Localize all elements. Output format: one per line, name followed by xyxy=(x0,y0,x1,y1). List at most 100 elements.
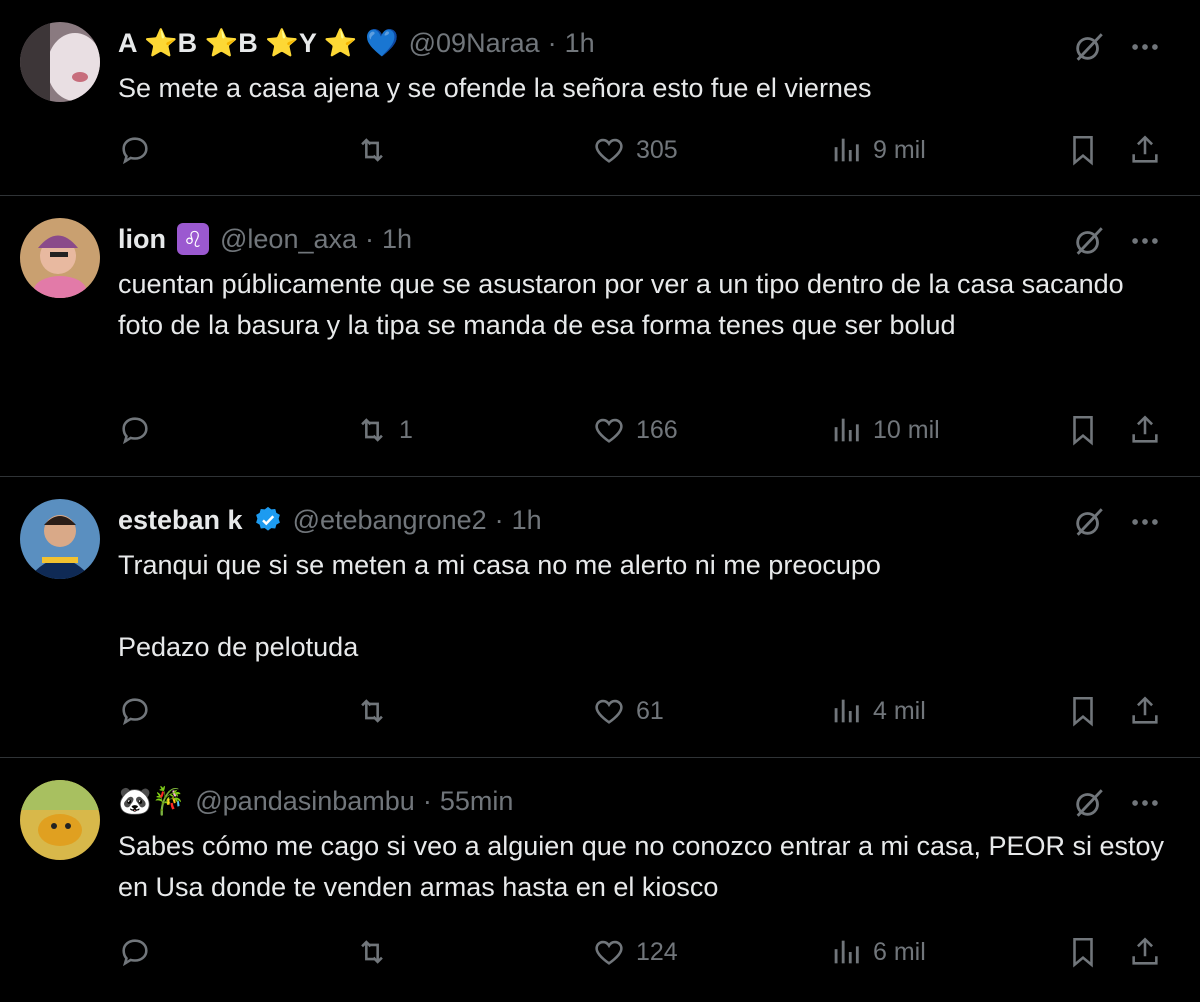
separator-dot: · xyxy=(422,785,432,816)
heart-icon xyxy=(595,418,623,443)
reply-button[interactable] xyxy=(118,133,162,167)
tweet-actions: 61 4 mil xyxy=(0,694,1200,734)
views-icon xyxy=(834,699,859,723)
views-button[interactable]: 6 mil xyxy=(829,935,926,969)
views-button[interactable]: 10 mil xyxy=(829,413,940,447)
tweet-header: lion ♌ @leon_axa · 1h xyxy=(118,220,412,258)
more-icon[interactable] xyxy=(1128,505,1162,539)
tweet[interactable]: esteban k @etebangrone2 · 1h Tranqui que… xyxy=(0,477,1200,758)
timestamp[interactable]: 1h xyxy=(512,505,542,536)
tweet[interactable]: 🐼🎋 @pandasinbambu · 55min Sabes cómo me … xyxy=(0,758,1200,1002)
user-handle[interactable]: @pandasinbambu xyxy=(195,786,415,817)
more-icon[interactable] xyxy=(1128,30,1162,64)
like-count: 305 xyxy=(636,135,678,164)
share-button[interactable] xyxy=(1128,694,1162,728)
tweet-text: Se mete a casa ajena y se ofende la seño… xyxy=(118,73,872,103)
separator-dot: · xyxy=(547,27,557,58)
like-button[interactable]: 61 xyxy=(592,694,664,728)
view-count: 6 mil xyxy=(873,937,926,966)
user-handle[interactable]: @leon_axa xyxy=(220,224,357,255)
share-icon xyxy=(1132,415,1158,443)
tweet-text: cuentan públicamente que se asustaron po… xyxy=(118,269,1132,340)
bookmark-button[interactable] xyxy=(1066,694,1100,728)
reply-icon xyxy=(122,939,148,967)
more-icon[interactable] xyxy=(1128,786,1162,820)
like-button[interactable]: 124 xyxy=(592,935,678,969)
zodiac-badge: ♌ xyxy=(176,222,210,256)
reply-icon xyxy=(122,417,148,445)
grok-icon[interactable] xyxy=(1072,786,1106,820)
tweet[interactable]: lion ♌ @leon_axa · 1h cuentan públicamen… xyxy=(0,196,1200,477)
timestamp[interactable]: 55min xyxy=(440,786,514,817)
bookmark-icon xyxy=(1073,135,1093,166)
views-icon xyxy=(834,940,859,964)
tweet-text: Sabes cómo me cago si veo a alguien que … xyxy=(118,831,1172,902)
repost-icon xyxy=(361,699,383,723)
avatar[interactable] xyxy=(20,218,100,298)
more-icon[interactable] xyxy=(1128,224,1162,258)
tweet-actions: 124 6 mil xyxy=(0,935,1200,975)
share-button[interactable] xyxy=(1128,935,1162,969)
avatar[interactable] xyxy=(20,780,100,860)
share-icon xyxy=(1132,937,1158,965)
separator-dot: · xyxy=(365,223,375,254)
view-count: 9 mil xyxy=(873,135,926,164)
views-button[interactable]: 9 mil xyxy=(829,133,926,167)
view-count: 4 mil xyxy=(873,696,926,725)
timestamp[interactable]: 1h xyxy=(565,28,595,59)
bookmark-icon xyxy=(1073,696,1093,727)
view-count: 10 mil xyxy=(873,415,940,444)
grok-icon[interactable] xyxy=(1072,30,1106,64)
reply-icon xyxy=(122,698,148,726)
tweet-text: Tranqui que si se meten a mi casa no me … xyxy=(118,550,881,662)
grok-icon[interactable] xyxy=(1072,505,1106,539)
tweet-corner-actions xyxy=(1072,786,1162,820)
repost-button[interactable]: 1 xyxy=(355,413,413,447)
user-handle[interactable]: @09Naraa xyxy=(409,28,540,59)
display-name[interactable]: esteban k xyxy=(118,505,243,536)
views-button[interactable]: 4 mil xyxy=(829,694,926,728)
user-handle[interactable]: @etebangrone2 xyxy=(293,505,487,536)
repost-button[interactable] xyxy=(355,694,399,728)
like-button[interactable]: 166 xyxy=(592,413,678,447)
heart-icon xyxy=(595,940,623,965)
like-count: 61 xyxy=(636,696,664,725)
share-icon xyxy=(1132,696,1158,724)
views-icon xyxy=(834,418,859,442)
share-button[interactable] xyxy=(1128,133,1162,167)
views-icon xyxy=(834,138,859,162)
reply-button[interactable] xyxy=(118,694,162,728)
bookmark-button[interactable] xyxy=(1066,133,1100,167)
tweet[interactable]: A ⭐B ⭐B ⭐Y ⭐ 💙 @09Naraa · 1h Se mete a c… xyxy=(0,0,1200,196)
like-count: 124 xyxy=(636,937,678,966)
avatar[interactable] xyxy=(20,22,100,102)
tweet-corner-actions xyxy=(1072,30,1162,64)
avatar[interactable] xyxy=(20,499,100,579)
like-button[interactable]: 305 xyxy=(592,133,678,167)
tweet-actions: 1 166 10 mil xyxy=(0,413,1200,453)
share-button[interactable] xyxy=(1128,413,1162,447)
timestamp[interactable]: 1h xyxy=(382,224,412,255)
reply-button[interactable] xyxy=(118,413,162,447)
display-name[interactable]: 🐼🎋 xyxy=(118,785,185,817)
bookmark-icon xyxy=(1073,937,1093,968)
tweet-header: esteban k @etebangrone2 · 1h xyxy=(118,501,542,539)
repost-icon xyxy=(361,418,383,442)
display-name[interactable]: lion xyxy=(118,224,166,255)
reply-icon xyxy=(122,137,148,165)
svg-text:♌: ♌ xyxy=(183,228,203,253)
repost-button[interactable] xyxy=(355,133,399,167)
repost-icon xyxy=(361,940,383,964)
repost-button[interactable] xyxy=(355,935,399,969)
repost-icon xyxy=(361,138,383,162)
display-name[interactable]: A ⭐B ⭐B ⭐Y ⭐ 💙 xyxy=(118,27,399,59)
reply-button[interactable] xyxy=(118,935,162,969)
heart-icon xyxy=(595,138,623,163)
like-count: 166 xyxy=(636,415,678,444)
bookmark-button[interactable] xyxy=(1066,935,1100,969)
bookmark-icon xyxy=(1073,415,1093,446)
bookmark-button[interactable] xyxy=(1066,413,1100,447)
tweet-header: 🐼🎋 @pandasinbambu · 55min xyxy=(118,782,513,820)
tweet-header: A ⭐B ⭐B ⭐Y ⭐ 💙 @09Naraa · 1h xyxy=(118,24,595,62)
grok-icon[interactable] xyxy=(1072,224,1106,258)
